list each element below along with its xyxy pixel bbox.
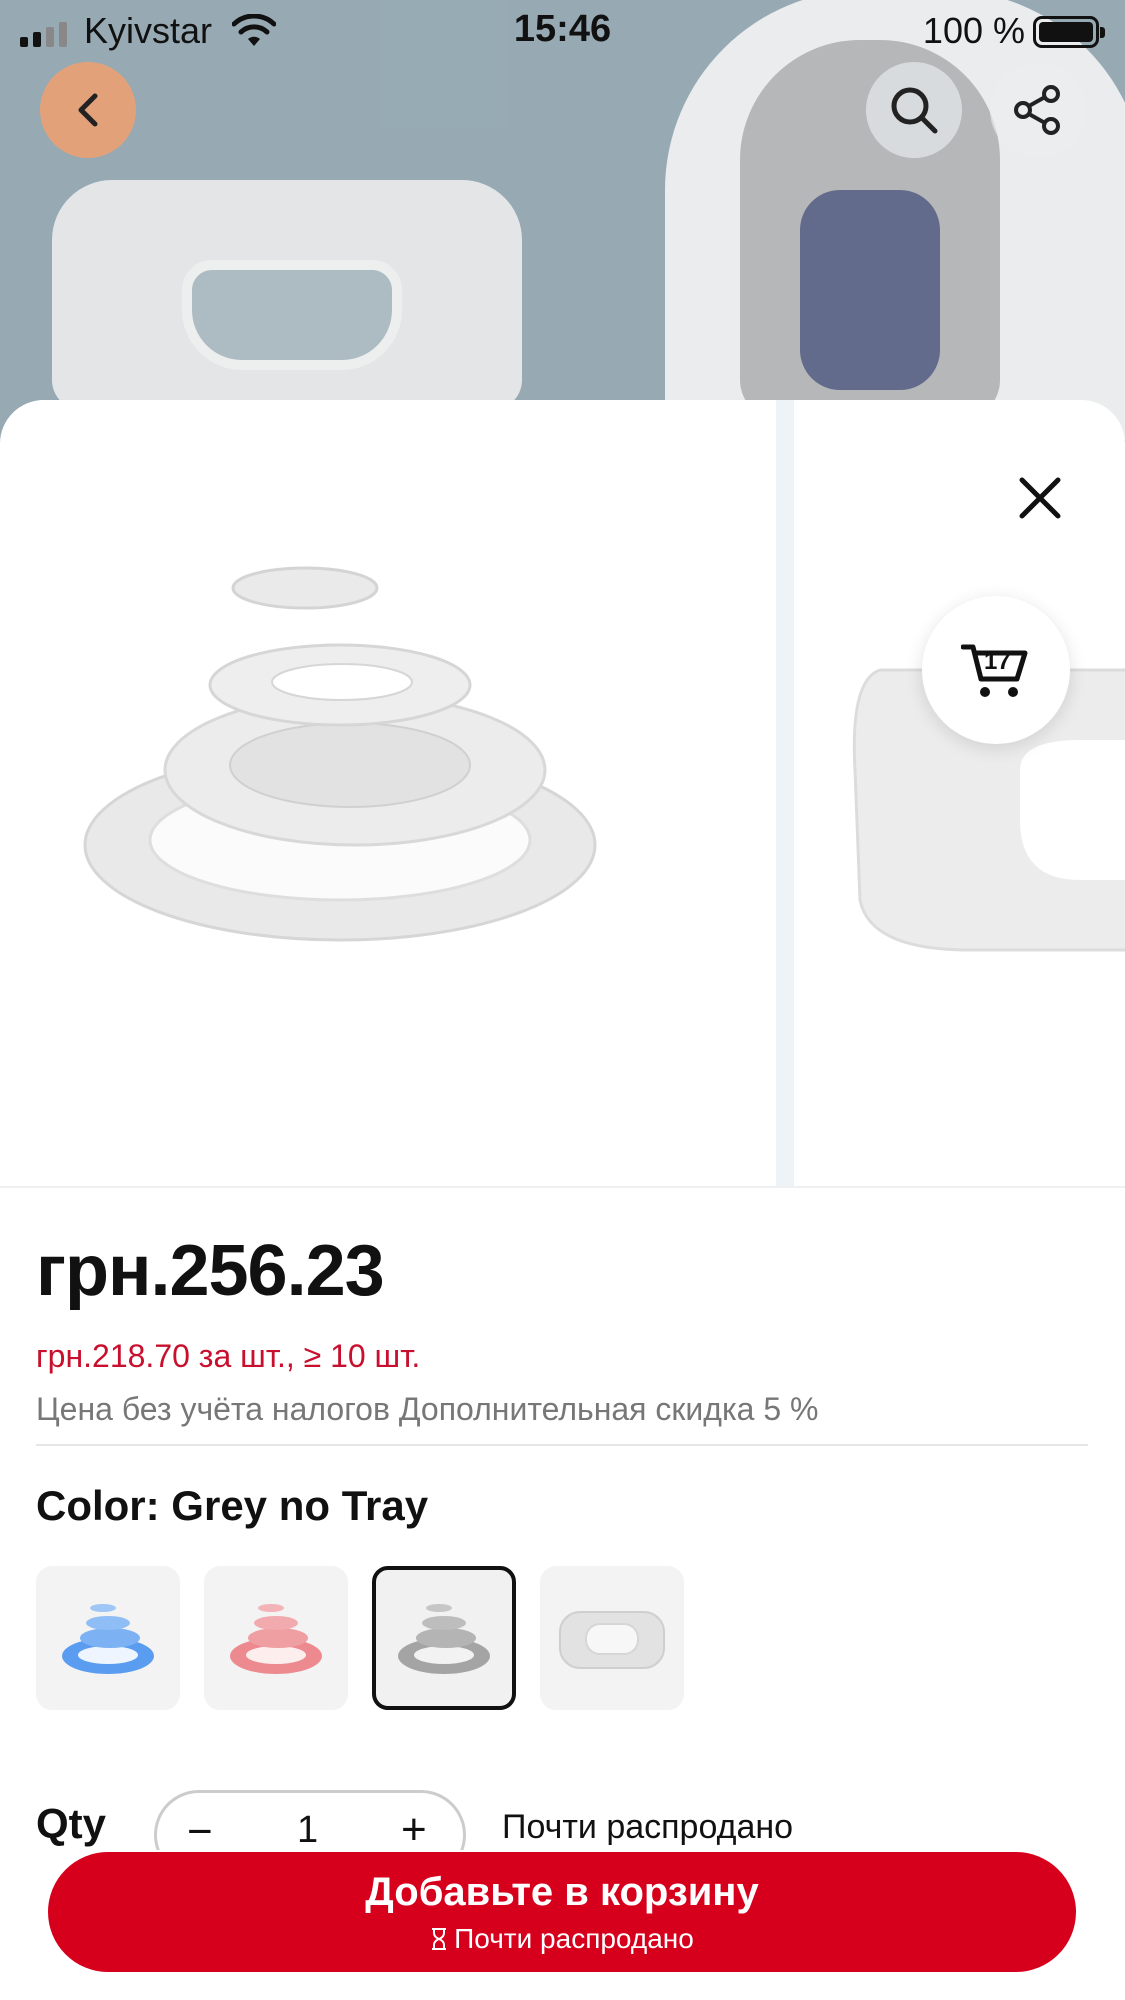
- quantity-increase-button[interactable]: +: [401, 1805, 427, 1850]
- product-image-grey-seat: [83, 566, 597, 942]
- search-button[interactable]: [866, 62, 962, 158]
- close-button[interactable]: [1000, 458, 1080, 538]
- quantity-value[interactable]: 1: [297, 1809, 318, 1850]
- color-swatch-white[interactable]: [540, 1566, 684, 1710]
- stock-note: Почти распродано: [502, 1808, 794, 1846]
- gallery-slide-gap: [776, 400, 794, 1186]
- gallery-divider: [0, 1186, 1125, 1188]
- chevron-left-icon: [78, 93, 98, 127]
- swatch-image-grey: [398, 1604, 490, 1674]
- add-to-cart-button[interactable]: Добавьте в корзину Почти распродано: [48, 1852, 1076, 1972]
- color-swatch-grey[interactable]: [372, 1566, 516, 1710]
- search-icon: [891, 87, 938, 134]
- quantity-label: Qty: [36, 1800, 107, 1847]
- swatch-image-blue: [62, 1604, 154, 1674]
- quantity-row: Qty − 1 + Почти распродано: [36, 1790, 1096, 1850]
- swatch-image-pink: [230, 1604, 322, 1674]
- cart-count-badge: 17: [984, 648, 1011, 675]
- swatch-image-white: [559, 1611, 665, 1669]
- sku-bottom-sheet: 17 грн.256.23 грн.218.70 за шт., ≥ 10 шт…: [0, 400, 1125, 2000]
- close-icon: [1019, 477, 1061, 519]
- color-swatches: [36, 1566, 684, 1710]
- color-swatch-pink[interactable]: [204, 1566, 348, 1710]
- color-label: Color: Grey no Tray: [36, 1482, 429, 1529]
- color-swatch-blue[interactable]: [36, 1566, 180, 1710]
- back-button[interactable]: [40, 62, 136, 158]
- add-to-cart-subtitle-row: Почти распродано: [48, 1923, 1076, 1955]
- battery-percent: 100 %: [922, 10, 1025, 51]
- quantity-stepper: − 1 +: [154, 1790, 466, 1850]
- add-to-cart-subtitle: Почти распродано: [454, 1923, 694, 1954]
- background-scrim[interactable]: [0, 0, 1125, 440]
- price-block: грн.256.23 грн.218.70 за шт., ≥ 10 шт. Ц…: [36, 1230, 1096, 1428]
- share-icon: [1014, 85, 1060, 135]
- product-image-gallery[interactable]: 17: [0, 400, 1125, 1186]
- add-to-cart-label: Добавьте в корзину: [365, 1870, 759, 1914]
- bulk-price: грн.218.70 за шт., ≥ 10 шт.: [36, 1338, 421, 1374]
- product-price: грн.256.23: [36, 1231, 385, 1311]
- battery-icon: [1033, 16, 1105, 48]
- quantity-decrease-button[interactable]: −: [187, 1807, 213, 1850]
- cart-button[interactable]: 17: [922, 596, 1070, 744]
- status-bar: Kyivstar 15:46 100 %: [0, 0, 1125, 64]
- share-button[interactable]: [990, 62, 1086, 158]
- tax-note: Цена без учёта налогов Дополнительная ск…: [36, 1391, 819, 1427]
- section-divider: [36, 1444, 1088, 1446]
- hourglass-icon: [432, 1928, 447, 1950]
